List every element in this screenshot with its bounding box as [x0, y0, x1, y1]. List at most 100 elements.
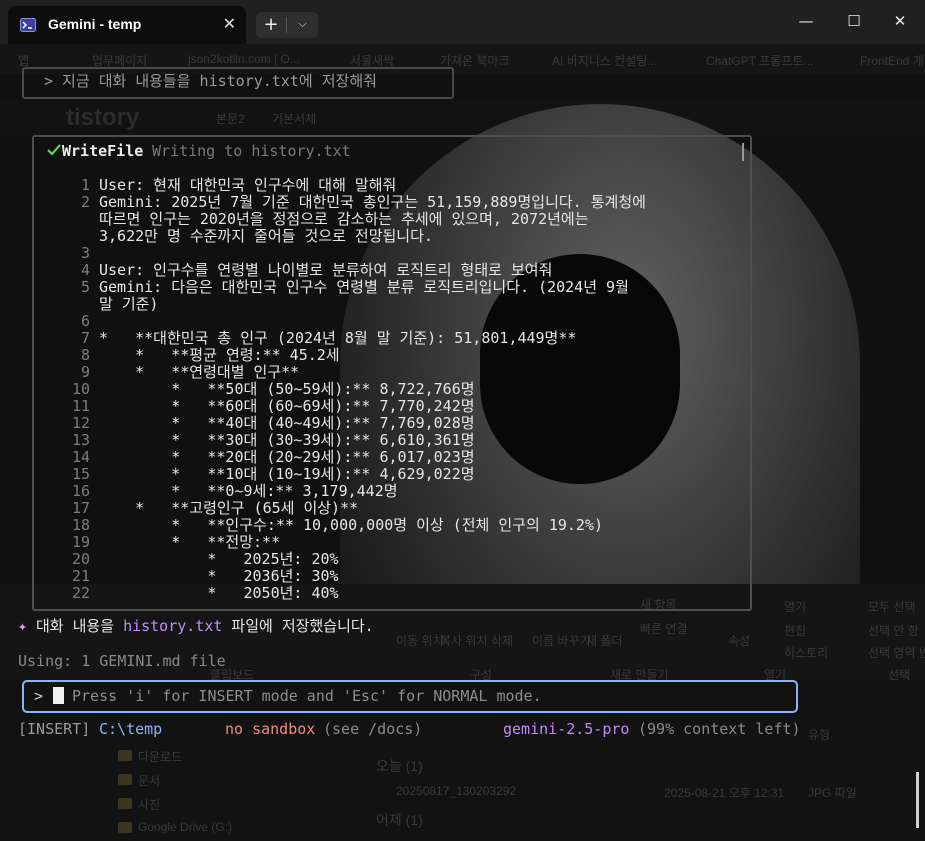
folder-icon: [118, 798, 132, 809]
code-line: * **20대 (20~29세):** 6,017,023명: [99, 448, 475, 466]
line-number: 2: [80, 193, 90, 211]
line-number: 12: [71, 414, 90, 432]
ghost-file-name: 20250817_130203292: [396, 784, 517, 798]
code-line: User: 인구수를 연령별 나이별로 분류하여 로직트리 형태로 보여줘: [99, 261, 553, 279]
ghost-editor-item: 기본서체: [272, 112, 317, 126]
line-number: 14: [71, 448, 90, 466]
line-number: 15: [71, 465, 90, 483]
code-line: * 2050년: 40%: [99, 584, 339, 602]
line-number: 4: [80, 261, 90, 279]
current-directory: C:\temp: [99, 720, 163, 738]
code-line: * **0~9세:** 3,179,442명: [99, 482, 398, 500]
line-number: 9: [80, 363, 90, 381]
code-line: * **전망:**: [99, 533, 281, 551]
code-line: 3,622만 명 수준까지 줄어들 것으로 전망됩니다.: [99, 227, 433, 245]
code-line: Gemini: 다음은 대한민국 인구수 연령별 분류 로직트리입니다. (20…: [99, 278, 629, 296]
ghost-nav-item: Google Drive (G:): [138, 820, 233, 834]
code-line: * **50대 (50~59세):** 8,722,766명: [99, 380, 475, 398]
prompt-symbol: >: [34, 687, 44, 705]
terminal-scrollbar[interactable]: [916, 772, 919, 828]
text-cursor: [53, 687, 64, 704]
line-number: 19: [71, 533, 90, 551]
code-line: User: 현재 대한민국 인구수에 대해 말해줘: [99, 176, 397, 194]
ghost-ribbon-item: 이름 바꾸기: [532, 634, 591, 648]
line-number: 13: [71, 431, 90, 449]
ghost-ribbon-item: 편집: [784, 624, 807, 638]
ghost-file-date: 2025-08-21 오후 12:31: [664, 786, 785, 800]
code-line: * **30대 (30~39세):** 6,610,361명: [99, 431, 475, 449]
terminal-icon: [20, 17, 36, 32]
tool-description: Writing to history.txt: [152, 142, 351, 160]
line-number: 21: [71, 567, 90, 585]
ghost-ribbon-item: 선택 안 함: [868, 624, 919, 638]
ghost-bookmark: AI 비지니스 컨설팅...: [552, 54, 658, 68]
tab-gemini-temp[interactable]: Gemini - temp ✕: [8, 6, 246, 44]
line-number: 10: [71, 380, 90, 398]
line-number: 7: [80, 329, 90, 347]
line-number: 1: [80, 176, 90, 194]
ghost-ribbon-item: 모두 선택: [868, 600, 916, 614]
ghost-ribbon-item: 열기: [784, 600, 807, 614]
code-line: * **인구수:** 10,000,000명 이상 (전체 인구의 19.2%): [99, 516, 604, 534]
code-line: * **대한민국 총 인구 (2024년 8월 말 기준): 51,801,44…: [99, 329, 577, 347]
new-tab-button[interactable]: +: [256, 12, 286, 38]
prompt-placeholder: Press 'i' for INSERT mode and 'Esc' for …: [72, 687, 542, 705]
ghost-ribbon-item: 빠른 연결: [640, 622, 688, 636]
ghost-column-header: 유형: [808, 728, 831, 742]
ghost-file-type: JPG 파일: [808, 786, 857, 800]
ghost-nav-item: 문서: [138, 774, 161, 788]
ghost-ribbon-item: 선택 영역 반전: [868, 646, 925, 660]
code-line: * 2036년: 30%: [99, 567, 339, 585]
code-line: 말 기준): [99, 295, 159, 313]
ghost-nav-item: 다운로드: [138, 750, 183, 764]
line-number: 5: [80, 278, 90, 296]
folder-icon: [118, 774, 132, 785]
ghost-ribbon-item: 히스토리: [784, 646, 829, 660]
folder-icon: [118, 750, 132, 761]
sandbox-docs-hint: (see /docs): [323, 720, 423, 738]
line-number: 18: [71, 516, 90, 534]
ghost-ribbon-item: 새 폴더: [586, 634, 623, 648]
line-number: 22: [71, 584, 90, 602]
ghost-group-label: 어제 (1): [376, 812, 423, 828]
response-text: 대화 내용을: [36, 617, 124, 635]
line-number: 20: [71, 550, 90, 568]
code-line: 따르면 인구는 2020년을 정점으로 감소하는 추세에 있으며, 2072년에…: [99, 210, 589, 228]
vim-mode-indicator: [INSERT]: [18, 720, 91, 738]
sparkle-icon: ✦: [18, 617, 28, 635]
code-line: * **10대 (10~19세):** 4,629,022명: [99, 465, 475, 483]
tab-title: Gemini - temp: [48, 16, 142, 32]
ghost-group-label: 오늘 (1): [376, 758, 423, 774]
line-number: 8: [80, 346, 90, 364]
tab-close-icon[interactable]: ✕: [223, 14, 236, 33]
tool-scrollbar[interactable]: [742, 143, 744, 161]
context-files-info: Using: 1 GEMINI.md file: [18, 652, 226, 670]
title-bar: Gemini - temp ✕ + ⌵ — ☐ ✕: [0, 0, 925, 44]
user-message: > 지금 대화 내용들을 history.txt에 저장해줘: [44, 72, 377, 90]
response-text: 파일에 저장했습니다.: [222, 617, 374, 635]
line-number: 6: [80, 312, 90, 330]
minimize-button[interactable]: —: [786, 8, 826, 34]
code-line: * 2025년: 20%: [99, 550, 339, 568]
new-tab-group: + ⌵: [256, 12, 318, 38]
tool-name: WriteFile: [62, 142, 144, 160]
maximize-button[interactable]: ☐: [834, 8, 874, 34]
ghost-bookmark: json2kotlin.com | O...: [188, 52, 300, 66]
code-line: * **60대 (60~69세):** 7,770,242명: [99, 397, 475, 415]
sandbox-status: no sandbox: [225, 720, 316, 738]
context-remaining: (99% context left): [638, 720, 801, 738]
chevron-down-icon[interactable]: ⌵: [287, 12, 318, 38]
code-line: Gemini: 2025년 7월 기준 대한민국 총인구는 51,159,889…: [99, 193, 646, 211]
line-number: 11: [71, 397, 90, 415]
code-line: * **연령대별 인구**: [99, 363, 300, 381]
ghost-bookmark: ChatGPT 프롬프트...: [706, 54, 814, 68]
gemini-response: 대화 내용을 history.txt 파일에 저장했습니다.: [36, 618, 374, 635]
ghost-ribbon-item: 이동 위치: [396, 634, 444, 648]
ghost-ribbon-item: 속성: [728, 634, 751, 648]
close-window-button[interactable]: ✕: [880, 8, 920, 34]
ghost-bookmark: FrontEnd 개: [860, 54, 924, 68]
ghost-tistory-logo: tistory: [66, 104, 140, 131]
ghost-ribbon-item: 복사 위치: [440, 634, 488, 648]
ghost-nav-item: 사진: [138, 798, 161, 812]
line-number: 3: [80, 244, 90, 262]
